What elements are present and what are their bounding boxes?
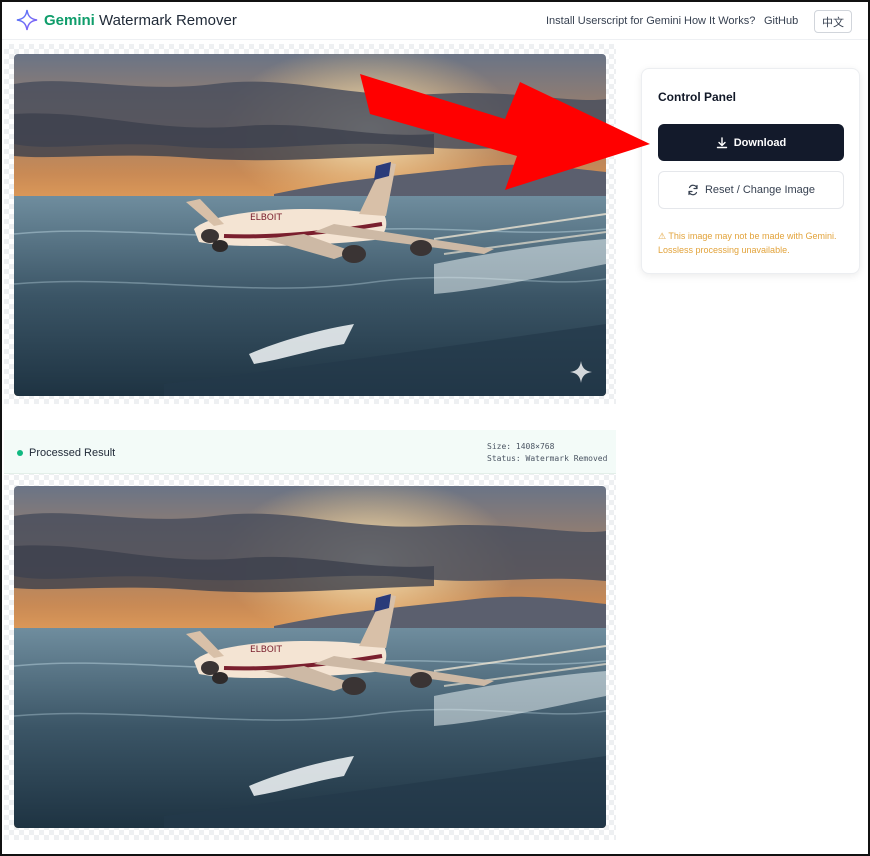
svg-text:ELBOIT: ELBOIT	[250, 645, 282, 655]
control-panel: Control Panel Download Reset / Change Im…	[641, 68, 860, 274]
language-toggle-button[interactable]: 中文	[814, 10, 852, 33]
warning-message: ⚠ This image may not be made with Gemini…	[658, 231, 837, 255]
status-dot-icon	[17, 450, 23, 456]
nav-how-it-works[interactable]: How It Works?	[684, 15, 755, 27]
brand-accent: Gemini	[44, 12, 95, 29]
nav-github[interactable]: GitHub	[764, 15, 798, 27]
result-status: Status: Watermark Removed	[487, 454, 608, 463]
result-title: Processed Result	[29, 447, 116, 459]
download-button[interactable]: Download	[658, 124, 844, 161]
reset-change-image-button[interactable]: Reset / Change Image	[658, 171, 844, 209]
nav-install-userscript[interactable]: Install Userscript for Gemini	[546, 15, 681, 27]
download-label: Download	[733, 136, 787, 149]
refresh-icon	[688, 184, 698, 196]
app-title[interactable]: Gemini Watermark Remover	[44, 12, 237, 29]
download-icon	[716, 136, 727, 148]
reset-label: Reset / Change Image	[704, 184, 816, 196]
brand-rest: Watermark Remover	[94, 12, 237, 29]
control-panel-title: Control Panel	[658, 90, 737, 104]
gemini-sparkle-icon	[16, 9, 38, 31]
result-size: Size: 1408×768	[487, 442, 555, 451]
processed-image: ELBOIT	[14, 486, 606, 828]
svg-text:ELBOIT: ELBOIT	[250, 213, 282, 223]
top-header: Gemini Watermark Remover Install Userscr…	[2, 2, 868, 40]
red-arrow-annotation	[360, 74, 650, 190]
